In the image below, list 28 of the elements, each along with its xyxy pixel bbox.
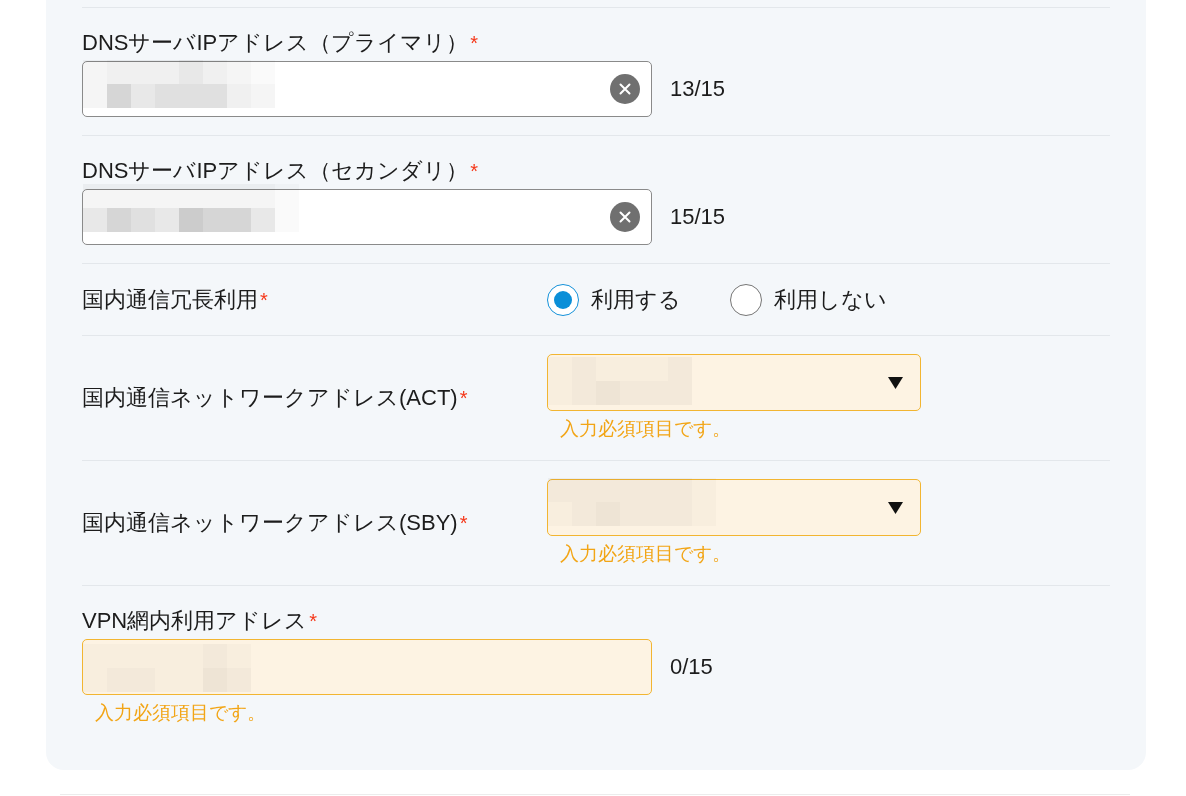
- required-asterisk: *: [470, 159, 479, 184]
- field-label: 国内通信ネットワークアドレス(SBY): [82, 509, 458, 537]
- text-input[interactable]: [82, 639, 652, 695]
- error-message: 入力必須項目です。: [560, 417, 731, 441]
- clear-icon[interactable]: [610, 74, 640, 104]
- required-asterisk: *: [309, 609, 318, 634]
- field-label: DNSサーバIPアドレス（セカンダリ）: [82, 157, 469, 185]
- required-asterisk: *: [459, 386, 468, 411]
- character-counter: 13/15: [670, 75, 726, 103]
- text-input[interactable]: [82, 61, 652, 117]
- caret-down-icon: [888, 501, 903, 514]
- radio-label: 利用しない: [774, 285, 887, 314]
- radio-button[interactable]: [730, 283, 762, 316]
- error-message: 入力必須項目です。: [560, 542, 731, 566]
- caret-down-icon: [888, 376, 903, 389]
- required-asterisk: *: [459, 511, 468, 536]
- radio-label: 利用する: [591, 285, 681, 314]
- error-message: 入力必須項目です。: [95, 701, 266, 725]
- field-label: 国内通信冗長利用: [82, 285, 258, 314]
- character-counter: 0/15: [670, 653, 713, 681]
- clear-icon[interactable]: [610, 202, 640, 232]
- character-counter: 15/15: [670, 203, 726, 231]
- field-label: VPN網内利用アドレス: [82, 607, 308, 635]
- required-asterisk: *: [470, 31, 479, 56]
- field-label: 国内通信ネットワークアドレス(ACT): [82, 384, 458, 412]
- field-label: DNSサーバIPアドレス（プライマリ）: [82, 29, 469, 57]
- radio-button[interactable]: [547, 283, 579, 316]
- required-asterisk: *: [260, 287, 268, 313]
